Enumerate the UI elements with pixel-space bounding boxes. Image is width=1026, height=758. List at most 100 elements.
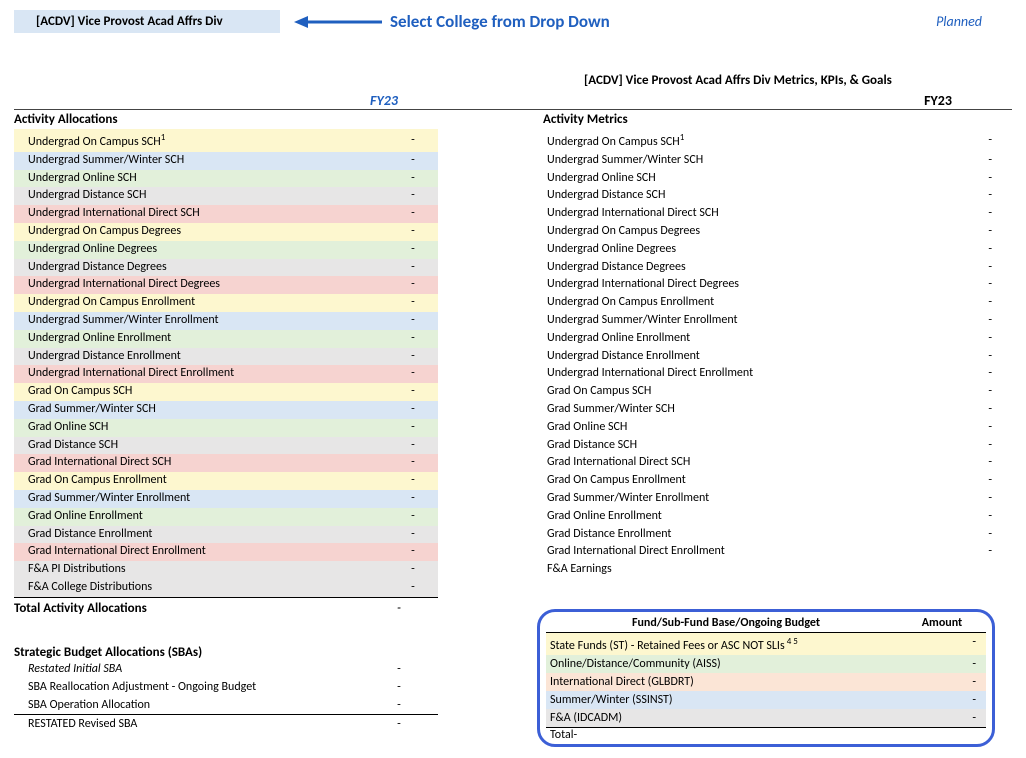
metric-label: Undergrad Distance Degrees — [547, 259, 912, 277]
metric-row: Undergrad Summer/Winter SCH- — [543, 152, 1012, 170]
allocation-row: Undergrad Distance SCH- — [14, 187, 438, 205]
allocation-row: Grad International Direct SCH- — [14, 454, 438, 472]
allocation-row: Undergrad Online Enrollment- — [14, 330, 438, 348]
allocation-value: - — [388, 294, 438, 312]
college-dropdown[interactable]: [ACDV] Vice Provost Acad Affrs Div — [14, 10, 280, 33]
metric-value: - — [912, 454, 1012, 472]
allocation-label: Undergrad Summer/Winter SCH — [28, 152, 388, 170]
sba-restated-revised-label: RESTATED Revised SBA — [28, 715, 374, 733]
sba-row: SBA Reallocation Adjustment - Ongoing Bu… — [14, 678, 438, 696]
metric-label: Grad On Campus Enrollment — [547, 472, 912, 490]
fund-value: - — [916, 655, 982, 673]
activity-allocations-header: Activity Allocations — [14, 110, 438, 129]
sba-value: - — [374, 678, 424, 696]
metric-label: Grad Distance Enrollment — [547, 526, 912, 544]
metric-row: Undergrad Distance Enrollment- — [543, 348, 1012, 366]
fund-total-value: - — [573, 728, 577, 742]
allocation-label: Grad On Campus SCH — [28, 383, 388, 401]
planned-label: Planned — [936, 13, 1012, 30]
metric-row: Undergrad Online Degrees- — [543, 241, 1012, 259]
allocation-value: - — [388, 223, 438, 241]
metric-value: - — [912, 170, 1012, 188]
metric-value: - — [912, 205, 1012, 223]
allocation-value: - — [388, 472, 438, 490]
allocation-label: Undergrad International Direct SCH — [28, 205, 388, 223]
allocation-label: Undergrad Distance SCH — [28, 187, 388, 205]
metric-row: Undergrad On Campus Enrollment- — [543, 294, 1012, 312]
metric-row: Undergrad On Campus SCH1- — [543, 129, 1012, 152]
fund-header-label: Fund/Sub-Fund Base/Ongoing Budget — [550, 616, 902, 630]
metric-row: Undergrad Distance SCH- — [543, 187, 1012, 205]
metric-value: - — [912, 152, 1012, 170]
allocation-value: - — [388, 241, 438, 259]
metric-value: - — [912, 294, 1012, 312]
allocation-row: Grad Online SCH- — [14, 419, 438, 437]
top-bar: [ACDV] Vice Provost Acad Affrs Div Selec… — [14, 10, 1012, 33]
metric-value: - — [912, 543, 1012, 561]
metric-row: Undergrad International Direct SCH- — [543, 205, 1012, 223]
metric-label: Undergrad Summer/Winter SCH — [547, 152, 912, 170]
allocation-label: Grad Online SCH — [28, 419, 388, 437]
fund-value: - — [916, 691, 982, 709]
allocation-label: Undergrad Distance Degrees — [28, 259, 388, 277]
allocation-label: Grad Distance SCH — [28, 437, 388, 455]
allocation-row: Undergrad International Direct SCH- — [14, 205, 438, 223]
metric-row: Undergrad On Campus Degrees- — [543, 223, 1012, 241]
fund-value: - — [916, 709, 982, 727]
fund-header-row: Fund/Sub-Fund Base/Ongoing Budget Amount — [546, 616, 986, 633]
activity-allocations-column: Activity Allocations Undergrad On Campus… — [14, 110, 438, 747]
allocation-value: - — [388, 259, 438, 277]
allocation-row: Undergrad International Direct Enrollmen… — [14, 365, 438, 383]
allocation-value: - — [388, 561, 438, 579]
sba-row: Restated Initial SBA- — [14, 660, 438, 678]
fund-row: Summer/Winter (SSINST)- — [546, 691, 986, 709]
metric-value: - — [912, 312, 1012, 330]
fund-header-amount: Amount — [902, 616, 982, 630]
fund-row: Online/Distance/Community (AISS)- — [546, 655, 986, 673]
total-activity-allocations-row: Total Activity Allocations - — [14, 597, 438, 619]
allocation-label: Undergrad Distance Enrollment — [28, 348, 388, 366]
allocation-row: Grad On Campus SCH- — [14, 383, 438, 401]
allocation-label: Undergrad On Campus SCH1 — [28, 129, 388, 152]
allocation-label: Grad International Direct Enrollment — [28, 543, 388, 561]
allocation-label: Grad Summer/Winter Enrollment — [28, 490, 388, 508]
fund-label: State Funds (ST) - Retained Fees or ASC … — [550, 633, 916, 655]
allocation-label: Undergrad On Campus Enrollment — [28, 294, 388, 312]
sba-label: SBA Operation Allocation — [28, 696, 374, 714]
fund-label: Online/Distance/Community (AISS) — [550, 655, 916, 673]
allocation-row: F&A College Distributions- — [14, 579, 438, 597]
metric-label: Grad Summer/Winter Enrollment — [547, 490, 912, 508]
sba-restated-revised-row: RESTATED Revised SBA - — [14, 714, 438, 733]
metric-row: Grad International Direct SCH- — [543, 454, 1012, 472]
metric-value: - — [912, 223, 1012, 241]
metric-label: Undergrad Summer/Winter Enrollment — [547, 312, 912, 330]
fy-right-label: FY23 — [574, 92, 1012, 109]
fund-row: International Direct (GLBDRT)- — [546, 673, 986, 691]
metric-value: - — [912, 508, 1012, 526]
metric-label: Undergrad On Campus Enrollment — [547, 294, 912, 312]
allocation-label: Undergrad Online Enrollment — [28, 330, 388, 348]
allocation-row: Grad Online Enrollment- — [14, 508, 438, 526]
allocation-label: F&A College Distributions — [28, 579, 388, 597]
allocation-value: - — [388, 526, 438, 544]
allocation-row: Grad Summer/Winter Enrollment- — [14, 490, 438, 508]
allocation-value: - — [388, 132, 438, 150]
metric-row: Grad Online SCH- — [543, 419, 1012, 437]
fund-value: - — [916, 673, 982, 691]
metric-row: Grad Summer/Winter SCH- — [543, 401, 1012, 419]
metric-label: Grad Online SCH — [547, 419, 912, 437]
metric-row: Undergrad International Direct Enrollmen… — [543, 365, 1012, 383]
allocation-value: - — [388, 348, 438, 366]
activity-metrics-column: Activity Metrics Undergrad On Campus SCH… — [543, 110, 1012, 747]
metric-label: Grad International Direct SCH — [547, 454, 912, 472]
metric-label: Undergrad International Direct SCH — [547, 205, 912, 223]
allocation-row: F&A PI Distributions- — [14, 561, 438, 579]
metric-row: Grad On Campus SCH- — [543, 383, 1012, 401]
metric-row: F&A Earnings — [543, 561, 1012, 579]
metric-row: Grad Summer/Winter Enrollment- — [543, 490, 1012, 508]
metric-label: Undergrad Distance Enrollment — [547, 348, 912, 366]
metric-value: - — [912, 526, 1012, 544]
fund-subfund-box: Fund/Sub-Fund Base/Ongoing Budget Amount… — [537, 609, 995, 747]
sba-label: SBA Reallocation Adjustment - Ongoing Bu… — [28, 678, 374, 696]
dropdown-arrow-annotation: Select College from Drop Down — [294, 11, 610, 32]
